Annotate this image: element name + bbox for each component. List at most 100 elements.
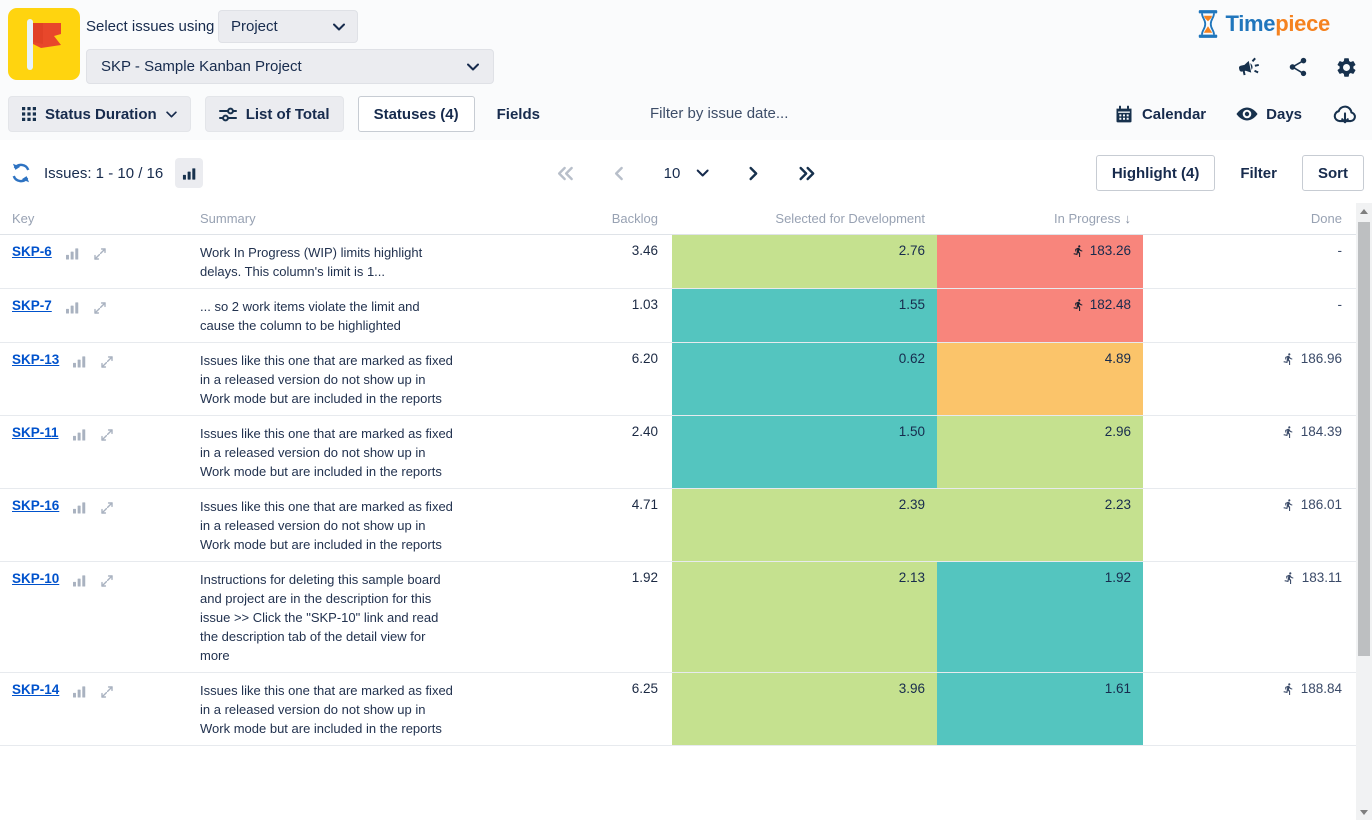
table-header-row: Key Summary Backlog Selected for Develop…	[0, 203, 1356, 235]
issue-chart-icon[interactable]	[72, 574, 87, 587]
selected-value: 1.55	[899, 297, 925, 312]
backlog-value: 4.71	[472, 489, 672, 561]
issue-chart-icon[interactable]	[65, 247, 80, 260]
highlight-button[interactable]: Highlight (4)	[1096, 155, 1215, 191]
scrollbar-thumb[interactable]	[1358, 222, 1370, 656]
selected-value: 2.39	[899, 497, 925, 512]
key-cell: SKP-14	[0, 673, 188, 745]
expand-issue-icon[interactable]	[100, 428, 114, 442]
issue-chart-icon[interactable]	[72, 685, 87, 698]
expand-issue-icon[interactable]	[93, 247, 107, 261]
export-cloud-download-icon[interactable]	[1332, 103, 1358, 125]
backlog-value: 3.46	[472, 235, 672, 288]
list-of-total-button[interactable]: List of Total	[205, 96, 344, 132]
report-type-button[interactable]: Status Duration	[8, 96, 191, 132]
running-person-icon	[1282, 425, 1295, 439]
backlog-value: 6.25	[472, 673, 672, 745]
in-progress-cell: 1.92	[937, 562, 1143, 672]
announcements-megaphone-icon[interactable]	[1237, 55, 1261, 79]
in-progress-cell: 2.23	[937, 489, 1143, 561]
in-progress-cell: 183.26	[937, 235, 1143, 288]
filter-button[interactable]: Filter	[1240, 165, 1277, 182]
in-progress-cell: 4.89	[937, 343, 1143, 415]
page-size-select[interactable]: 10	[664, 165, 709, 182]
expand-issue-icon[interactable]	[93, 301, 107, 315]
selected-cell: 2.76	[672, 235, 937, 288]
backlog-value: 1.03	[472, 289, 672, 342]
list-of-total-label: List of Total	[246, 106, 330, 123]
days-label: Days	[1266, 106, 1302, 123]
running-person-icon	[1072, 244, 1085, 258]
issue-key-link[interactable]: SKP-7	[12, 298, 52, 313]
selected-value: 2.13	[899, 570, 925, 585]
sliders-icon	[219, 107, 237, 122]
statuses-button[interactable]: Statuses (4)	[358, 96, 475, 132]
expand-issue-icon[interactable]	[100, 355, 114, 369]
column-header-backlog[interactable]: Backlog	[472, 211, 672, 226]
issue-key-link[interactable]: SKP-6	[12, 244, 52, 259]
project-select[interactable]: SKP - Sample Kanban Project	[86, 49, 494, 84]
issue-key-link[interactable]: SKP-13	[12, 352, 59, 367]
eye-icon	[1236, 106, 1258, 122]
key-cell: SKP-11	[0, 416, 188, 488]
done-cell: 186.96	[1143, 343, 1356, 415]
previous-page-button[interactable]	[614, 166, 624, 181]
settings-gear-icon[interactable]	[1335, 56, 1358, 79]
selected-cell: 1.55	[672, 289, 937, 342]
backlog-value: 6.20	[472, 343, 672, 415]
in-progress-cell: 1.61	[937, 673, 1143, 745]
done-value: 183.11	[1302, 570, 1342, 585]
next-page-button[interactable]	[748, 166, 758, 181]
issue-chart-icon[interactable]	[72, 355, 87, 368]
done-cell: -	[1143, 235, 1356, 288]
column-header-summary[interactable]: Summary	[188, 211, 472, 226]
issue-key-link[interactable]: SKP-11	[12, 425, 59, 440]
issue-key-link[interactable]: SKP-10	[12, 571, 59, 586]
scroll-up-arrow[interactable]	[1356, 203, 1372, 219]
first-page-button[interactable]	[557, 166, 574, 181]
calendar-button[interactable]: Calendar	[1114, 104, 1206, 124]
chart-view-button[interactable]	[175, 158, 203, 188]
issue-summary: Issues like this one that are marked as …	[188, 673, 468, 745]
table-row: SKP-14 Issues like this one that are mar…	[0, 673, 1356, 746]
share-icon[interactable]	[1287, 56, 1309, 78]
chevron-down-icon	[467, 63, 479, 71]
project-avatar-flag-icon	[8, 8, 80, 80]
refresh-icon[interactable]	[10, 162, 32, 184]
selected-cell: 0.62	[672, 343, 937, 415]
in-progress-cell: 2.96	[937, 416, 1143, 488]
issue-source-select[interactable]: Project	[218, 10, 358, 43]
issue-source-value: Project	[231, 18, 278, 35]
days-unit-button[interactable]: Days	[1236, 106, 1302, 123]
column-header-selected-for-development[interactable]: Selected for Development	[672, 211, 937, 226]
issue-summary: Instructions for deleting this sample bo…	[188, 562, 468, 672]
vertical-scrollbar[interactable]	[1356, 203, 1372, 820]
key-cell: SKP-6	[0, 235, 188, 288]
done-value: 186.01	[1301, 497, 1342, 512]
issue-chart-icon[interactable]	[65, 301, 80, 314]
expand-issue-icon[interactable]	[100, 685, 114, 699]
column-header-key[interactable]: Key	[0, 211, 188, 226]
report-toolbar: Status Duration List of Total	[0, 96, 1372, 136]
column-header-in-progress[interactable]: In Progress↓	[937, 211, 1143, 226]
column-header-done[interactable]: Done	[1143, 211, 1356, 226]
issue-key-link[interactable]: SKP-14	[12, 682, 59, 697]
done-value: 188.84	[1301, 681, 1342, 696]
expand-issue-icon[interactable]	[100, 574, 114, 588]
fields-button[interactable]: Fields	[497, 106, 540, 123]
done-cell: 183.11	[1143, 562, 1356, 672]
statuses-label: Statuses (4)	[374, 106, 459, 123]
issue-date-filter-input[interactable]: Filter by issue date...	[650, 105, 788, 122]
issue-chart-icon[interactable]	[72, 428, 87, 441]
scroll-down-arrow[interactable]	[1356, 804, 1372, 820]
selected-value: 2.76	[899, 243, 925, 258]
calendar-label: Calendar	[1142, 106, 1206, 123]
done-cell: 188.84	[1143, 673, 1356, 745]
issue-key-link[interactable]: SKP-16	[12, 498, 59, 513]
expand-issue-icon[interactable]	[100, 501, 114, 515]
table-row: SKP-11 Issues like this one that are mar…	[0, 416, 1356, 489]
chevron-down-icon	[166, 111, 177, 118]
last-page-button[interactable]	[798, 166, 815, 181]
sort-button[interactable]: Sort	[1302, 155, 1364, 191]
issue-chart-icon[interactable]	[72, 501, 87, 514]
